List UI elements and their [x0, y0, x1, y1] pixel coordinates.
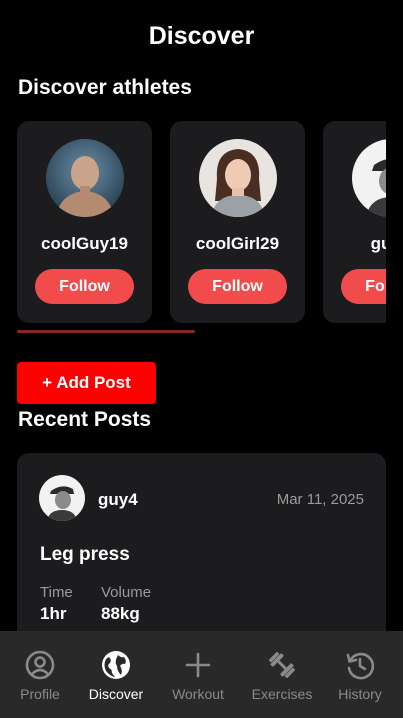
carousel-scroll-indicator[interactable]: [17, 330, 195, 333]
stat-label-volume: Volume: [101, 584, 152, 601]
stat-value-volume: 88kg: [101, 604, 140, 623]
avatar[interactable]: [199, 139, 277, 217]
athlete-name: guy4: [370, 234, 386, 253]
recent-posts-heading: Recent Posts: [18, 408, 152, 431]
discover-athletes-heading: Discover athletes: [18, 76, 192, 99]
post-username[interactable]: guy4: [98, 490, 138, 510]
history-icon: [344, 649, 376, 681]
post-card[interactable]: guy4 Mar 11, 2025 Leg press Time 1hr Vol…: [17, 453, 386, 653]
athlete-name: coolGirl29: [195, 234, 280, 253]
athlete-card[interactable]: coolGirl29 Follow: [170, 121, 305, 323]
page-title: Discover: [148, 22, 255, 50]
nav-item-profile[interactable]: Profile: [0, 631, 80, 718]
nav-label: Profile: [20, 686, 60, 702]
avatar[interactable]: [352, 139, 386, 217]
post-date: Mar 11, 2025: [276, 491, 364, 508]
person-circle-icon: [24, 649, 56, 681]
stat-value-time: 1hr: [40, 604, 67, 623]
follow-button[interactable]: Follow: [188, 269, 287, 304]
avatar[interactable]: [46, 139, 124, 217]
plus-icon: [182, 649, 214, 681]
nav-item-history[interactable]: History: [320, 631, 400, 718]
post-title: Leg press: [40, 544, 130, 565]
add-post-button[interactable]: + Add Post: [17, 362, 156, 404]
nav-item-discover[interactable]: Discover: [76, 631, 156, 718]
nav-label: Exercises: [251, 686, 313, 702]
follow-button[interactable]: Follow: [35, 269, 134, 304]
bottom-nav: Profile Discover Workout Exercises Histo…: [0, 631, 403, 718]
nav-label: Workout: [172, 686, 224, 702]
follow-button[interactable]: Follow: [341, 269, 386, 304]
dumbbell-icon: [266, 649, 298, 681]
avatar[interactable]: [39, 475, 85, 521]
nav-item-exercises[interactable]: Exercises: [242, 631, 322, 718]
nav-label: Discover: [88, 686, 144, 702]
nav-label: History: [338, 686, 382, 702]
athlete-card[interactable]: coolGuy19 Follow: [17, 121, 152, 323]
athlete-name: coolGuy19: [41, 234, 128, 253]
stat-label-time: Time: [40, 584, 73, 601]
globe-icon: [100, 649, 132, 681]
nav-item-workout[interactable]: Workout: [158, 631, 238, 718]
athletes-carousel[interactable]: coolGuy19 Follow coolGirl29 Follow gu: [17, 121, 386, 323]
athlete-card[interactable]: guy4 Follow: [323, 121, 386, 323]
